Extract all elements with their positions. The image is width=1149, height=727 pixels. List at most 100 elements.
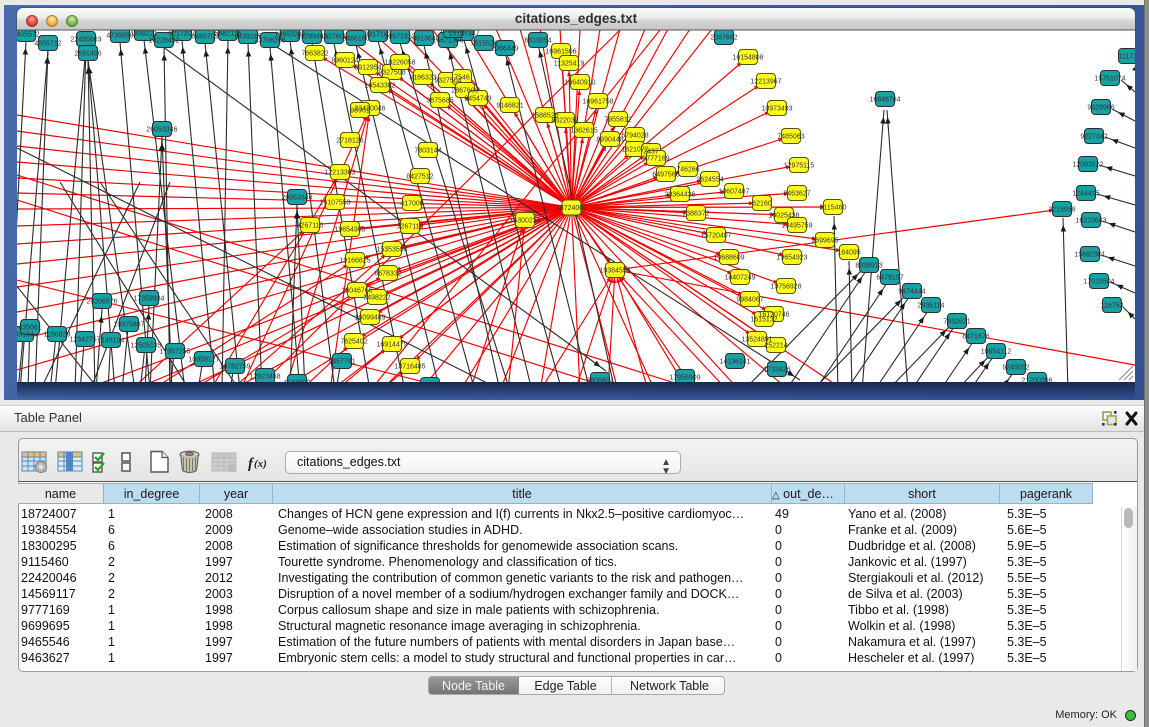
svg-text:19756928: 19756928 [770,283,801,290]
svg-text:19654983: 19654983 [334,226,365,233]
svg-text:1405572: 1405572 [17,31,40,38]
svg-text:26053346: 26053346 [146,126,177,133]
svg-text:15720407: 15720407 [700,232,731,239]
svg-text:12975115: 12975115 [784,162,815,169]
svg-text:9115460: 9115460 [820,204,847,211]
svg-text:18226058: 18226058 [384,59,415,66]
svg-text:12093522: 12093522 [1072,161,1103,168]
svg-text:417006: 417006 [400,200,423,207]
svg-text:6794028: 6794028 [621,132,648,139]
svg-text:116753: 116753 [1101,302,1124,309]
svg-text:435061: 435061 [18,324,41,331]
svg-text:2691406: 2691406 [74,50,101,57]
svg-text:2437: 2437 [643,148,659,155]
svg-text:8806804: 8806804 [586,377,613,382]
svg-text:10607487: 10607487 [718,188,749,195]
svg-text:2066449: 2066449 [491,45,518,52]
svg-text:18407249: 18407249 [724,274,755,281]
svg-text:9777169: 9777169 [642,155,669,162]
svg-text:1615132: 1615132 [750,316,777,323]
svg-text:16046766: 16046766 [341,287,372,294]
svg-text:9474444: 9474444 [898,288,925,295]
svg-text:9457791: 9457791 [328,358,355,365]
svg-text:16543382: 16543382 [364,82,395,89]
svg-text:12213363: 12213363 [324,169,355,176]
svg-text:16107553: 16107553 [319,199,350,206]
svg-text:62160: 62160 [752,200,772,207]
svg-text:15751074: 15751074 [1094,75,1125,82]
svg-text:12923468: 12923468 [249,373,280,380]
svg-text:8322037: 8322037 [551,117,578,124]
svg-text:2935114: 2935114 [918,302,945,309]
svg-text:8960124: 8960124 [331,57,358,64]
svg-text:6479197: 6479197 [876,274,903,281]
svg-text:10973493: 10973493 [761,105,792,112]
svg-text:16961506: 16961506 [545,48,576,55]
svg-text:17359934: 17359934 [133,295,164,302]
svg-text:9245052: 9245052 [1002,364,1029,371]
svg-text:15300233: 15300233 [509,217,540,224]
svg-text:16961758: 16961758 [582,98,613,105]
svg-text:9984067: 9984067 [736,296,763,303]
svg-text:3267110: 3267110 [297,222,324,229]
svg-text:3875685: 3875685 [426,97,453,104]
svg-text:2718126: 2718126 [336,137,363,144]
svg-text:8471676: 8471676 [962,333,989,340]
svg-text:7803144: 7803144 [414,147,441,154]
svg-text:13716485: 13716485 [394,363,425,370]
svg-text:98901: 98901 [350,107,370,114]
svg-text:16099489: 16099489 [354,314,385,321]
svg-text:8813054: 8813054 [524,37,551,44]
svg-text:9329966: 9329966 [1087,104,1114,111]
svg-text:3624554: 3624554 [696,176,723,183]
svg-text:1145194: 1145194 [98,337,125,344]
svg-text:16848784: 16848784 [869,96,900,103]
svg-text:1999828: 1999828 [439,30,466,34]
svg-text:18495759: 18495759 [781,222,812,229]
svg-text:8186323: 8186323 [409,74,436,81]
svg-text:9227342: 9227342 [1080,133,1107,140]
svg-text:10025438: 10025438 [768,212,799,219]
svg-text:8678332: 8678332 [374,270,401,277]
svg-text:7546: 7546 [454,74,470,81]
svg-text:1244415: 1244415 [1072,190,1099,197]
svg-text:252214: 252214 [764,342,787,349]
svg-text:8938913: 8938913 [855,262,882,269]
svg-text:7955812: 7955812 [604,116,631,123]
svg-text:4055712: 4055712 [34,40,61,47]
svg-text:16210643: 16210643 [1075,217,1106,224]
svg-text:7485063: 7485063 [777,133,804,140]
svg-text:12342757: 12342757 [69,336,100,343]
svg-text:2867608: 2867608 [451,87,478,94]
svg-text:10958127: 10958127 [188,356,219,363]
svg-text:22455603: 22455603 [70,36,101,43]
svg-text:7663822: 7663822 [301,50,328,57]
svg-text:20206576: 20206576 [86,298,117,305]
svg-text:19654923: 19654923 [776,254,807,261]
svg-text:19166825: 19166825 [339,257,370,264]
svg-text:4143890: 4143890 [283,379,310,382]
svg-text:9146821: 9146821 [496,102,523,109]
svg-text:9463627: 9463627 [783,190,810,197]
svg-text:16671355: 16671355 [432,37,463,44]
svg-text:7625402: 7625402 [340,338,367,345]
svg-text:8454749: 8454749 [464,95,491,102]
svg-text:7632621: 7632621 [943,318,970,325]
svg-text:1839221: 1839221 [130,30,157,37]
svg-text:9327508: 9327508 [378,69,405,76]
svg-text:19384554: 19384554 [599,267,630,274]
svg-text:10975887: 10975887 [113,321,144,328]
svg-text:14136141: 14136141 [719,358,750,365]
svg-text:17957255: 17957255 [159,348,190,355]
svg-text:18724007: 18724007 [556,205,587,212]
svg-text:12505135: 12505135 [130,342,161,349]
svg-text:7386372: 7386372 [682,210,709,217]
svg-text:8990448: 8990448 [596,136,623,143]
svg-text:8427512: 8427512 [406,173,433,180]
svg-text:2087682: 2087682 [710,34,737,41]
svg-text:16914479: 16914479 [376,341,407,348]
svg-text:11173: 11173 [1119,53,1135,60]
svg-text:164095: 164095 [837,249,860,256]
svg-text:17016504: 17016504 [1083,278,1114,285]
svg-text:1156829: 1156829 [44,331,71,338]
